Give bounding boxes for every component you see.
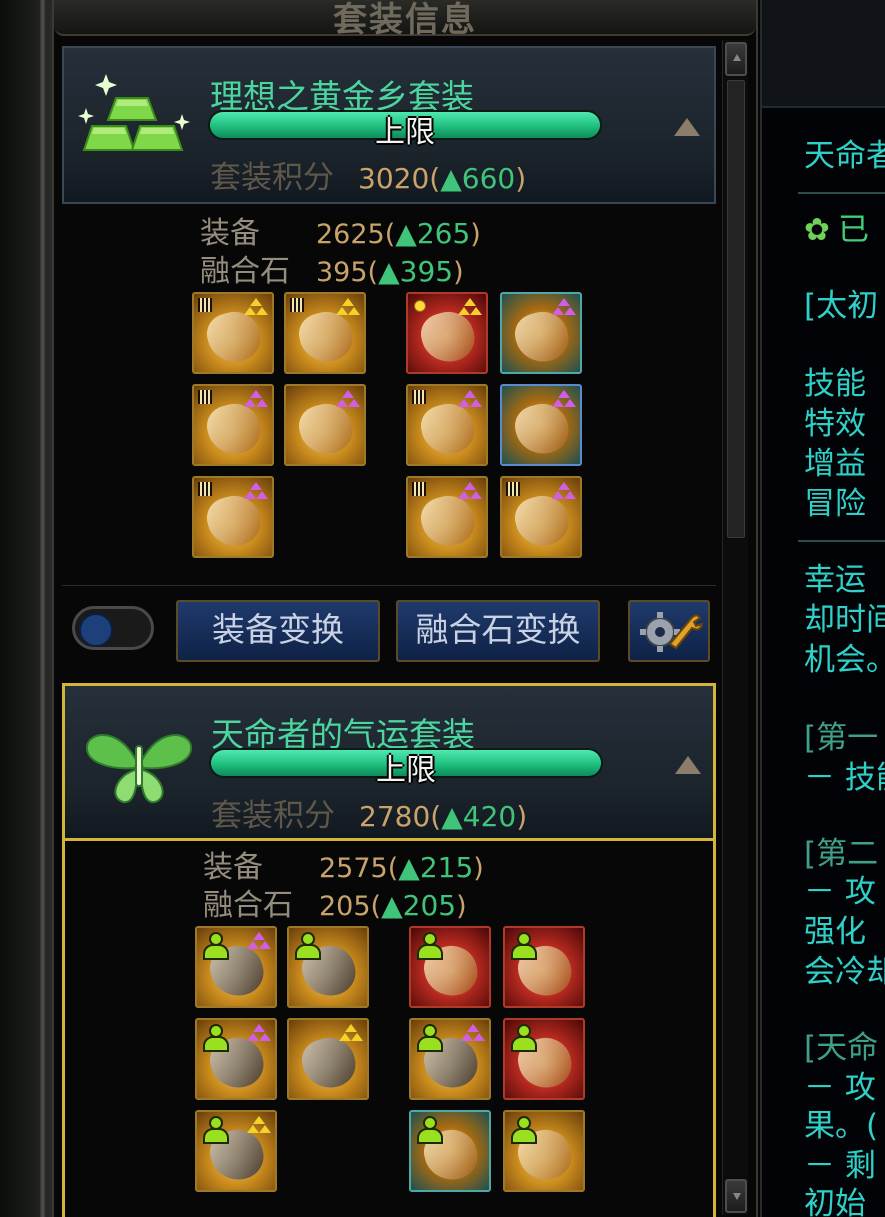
desc-line: 初始 (804, 1186, 866, 1217)
equip-slot-belt[interactable] (287, 1018, 369, 1100)
equip-slot-support[interactable] (500, 476, 582, 558)
desc-line: [太初 (804, 288, 879, 324)
set-toggle-switch[interactable] (72, 606, 154, 650)
set-details-golden: 装备 2625(▲265) 融合石 395(▲395) (62, 204, 716, 624)
desc-line: 技能 (804, 366, 866, 402)
green-butterfly-icon (85, 734, 193, 804)
gear-wrench-icon (640, 612, 704, 652)
equip-slot-bracelet[interactable] (406, 292, 488, 374)
panel-title-bar: 套装信息 (54, 0, 756, 40)
equip-slot-top[interactable] (287, 926, 369, 1008)
equip-slot-shoes[interactable] (192, 476, 274, 558)
set-score-row: 套装积分 3020(▲660) (210, 160, 527, 196)
desc-line: 已 (838, 212, 869, 248)
score-value: 2780 (359, 800, 431, 833)
stone-stat-row: 融合石 395(▲395) (200, 254, 464, 289)
score-delta: 660 (461, 162, 516, 195)
desc-line: － 技能 (804, 760, 885, 796)
panel-title: 套装信息 (333, 0, 477, 40)
desc-line: 增益 (804, 446, 866, 482)
desc-line: 冒险 (804, 486, 866, 522)
desc-line: 天命者 (804, 138, 885, 174)
equip-slot-shoes[interactable] (195, 1110, 277, 1192)
desc-line: 强化 (804, 914, 866, 950)
equip-slot-belt[interactable] (284, 384, 366, 466)
collapse-arrow-icon[interactable] (674, 118, 700, 136)
divider (798, 540, 885, 542)
desc-line: － 剩 (804, 1148, 876, 1184)
equip-slot-top[interactable] (284, 292, 366, 374)
desc-line: － 攻 (804, 1070, 876, 1106)
desc-line: [第一 (804, 720, 879, 756)
set-header-destiny[interactable]: 天命者的气运套装 上限 套装积分 2780(▲420) (62, 683, 716, 841)
gold-bars-icon (78, 74, 190, 151)
desc-line: 幸运 (804, 562, 866, 598)
set-info-panel: 套装信息 理想之黄金乡套装 上限 套装积分 3020(▲660) 装备 2625… (52, 0, 758, 1217)
equip-slot-necklace[interactable] (500, 292, 582, 374)
equip-slot-bottom[interactable] (192, 384, 274, 466)
equip-slot-gloves[interactable] (406, 384, 488, 466)
equip-slot-shoulder[interactable] (192, 292, 274, 374)
equip-slot-support[interactable] (503, 1110, 585, 1192)
desc-line: 会冷却 (804, 954, 885, 990)
desc-line: 机会。 (804, 642, 885, 678)
description-panel-header (762, 0, 885, 108)
butterfly-icon: ✿ (804, 212, 830, 248)
score-label: 套装积分 (210, 160, 334, 196)
stone-swap-button[interactable]: 融合石变换 (396, 600, 600, 662)
equipment-grid (190, 292, 590, 572)
set-score-row: 套装积分 2780(▲420) (211, 798, 528, 834)
equip-slot-gloves[interactable] (409, 1018, 491, 1100)
desc-line: － 攻 (804, 874, 876, 910)
score-label: 套装积分 (211, 798, 335, 834)
scroll-down-button[interactable] (725, 1179, 747, 1213)
desc-line: 却时间 (804, 602, 885, 638)
equip-slot-bracelet[interactable] (409, 926, 491, 1008)
equip-slot-necklace[interactable] (503, 926, 585, 1008)
equip-slot-ring[interactable] (503, 1018, 585, 1100)
progress-label: 上限 (376, 753, 436, 788)
set-progress-bar: 上限 (211, 750, 601, 788)
set-details-destiny: 装备 2575(▲215) 融合石 205(▲205) (62, 838, 716, 1217)
collapse-arrow-icon[interactable] (675, 756, 701, 774)
desc-line: [天命 (804, 1030, 879, 1066)
equipment-grid (193, 926, 593, 1206)
up-arrow-icon: ▲ (441, 800, 463, 833)
equip-slot-weapon[interactable] (406, 476, 488, 558)
equip-slot-bottom[interactable] (195, 1018, 277, 1100)
scroll-up-button[interactable] (725, 42, 747, 76)
scroll-thumb[interactable] (727, 80, 745, 538)
swap-controls: 装备变换 融合石变换 (62, 585, 716, 683)
set-description-panel: 天命者 ✿ 已 [太初 技能 特效 增益 冒险 幸运 却时间 机会。 [第一 －… (760, 0, 885, 1217)
left-window-edge (0, 0, 52, 1217)
desc-line: 特效 (804, 406, 866, 442)
equip-slot-shoulder[interactable] (195, 926, 277, 1008)
settings-button[interactable] (628, 600, 710, 662)
set-header-golden[interactable]: 理想之黄金乡套装 上限 套装积分 3020(▲660) (62, 46, 716, 204)
equip-slot-weapon[interactable] (409, 1110, 491, 1192)
equip-swap-button[interactable]: 装备变换 (176, 600, 380, 662)
desc-line: [第二 (804, 836, 879, 872)
divider (798, 192, 885, 194)
progress-label: 上限 (375, 115, 435, 150)
score-delta: 420 (462, 800, 517, 833)
score-value: 3020 (358, 162, 430, 195)
panel-scrollbar[interactable] (722, 40, 748, 1215)
desc-line: 果。( (804, 1108, 879, 1144)
set-progress-bar: 上限 (210, 112, 600, 150)
equip-slot-ring[interactable] (500, 384, 582, 466)
stone-stat-row: 融合石 205(▲205) (203, 888, 467, 923)
up-arrow-icon: ▲ (440, 162, 462, 195)
